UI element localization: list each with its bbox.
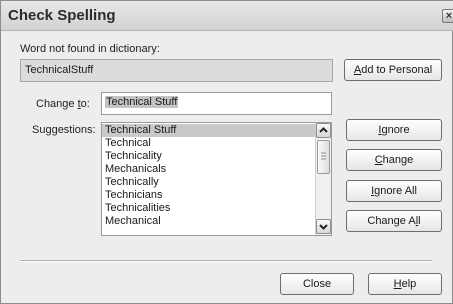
help-mnemonic: H (393, 278, 402, 290)
ignore-button[interactable]: Ignore (346, 119, 442, 141)
change-to-value: Technical Stuff (105, 96, 179, 108)
change-mnemonic: C (374, 154, 383, 166)
suggestions-items: Technical Stuff Technical Technicality Mech… (102, 124, 315, 228)
help-label: elp (401, 278, 417, 290)
chevron-down-icon (319, 224, 328, 230)
change-to-label: Change to: (36, 98, 90, 110)
scroll-up-button[interactable] (316, 123, 331, 138)
not-found-word: TechnicalStuff (25, 64, 94, 76)
suggestions-scrollbar[interactable] (315, 123, 331, 235)
suggestion-item[interactable]: Technical (102, 137, 315, 150)
ignore-label: gnore (381, 124, 410, 136)
suggestion-item[interactable]: Technicians (102, 189, 315, 202)
ignore-all-button[interactable]: Ignore All (346, 180, 442, 202)
change-all-label-rest: l (418, 215, 421, 227)
suggestion-item[interactable]: Technicality (102, 150, 315, 163)
title-bar: Check Spelling × (1, 1, 453, 31)
close-button[interactable]: Close (280, 273, 354, 295)
suggestion-item[interactable]: Mechanical (102, 215, 315, 228)
scroll-down-button[interactable] (316, 219, 331, 234)
change-label: hange (382, 154, 414, 166)
divider (20, 260, 432, 262)
close-icon[interactable]: × (442, 9, 453, 23)
grip-icon (321, 152, 326, 160)
change-to-input[interactable]: Technical Stuff (101, 92, 332, 115)
chevron-up-icon (319, 127, 328, 133)
not-found-label: Word not found in dictionary: (20, 43, 160, 55)
change-to-label-prefix: Change (36, 98, 78, 110)
help-button[interactable]: Help (368, 273, 442, 295)
suggestion-item[interactable]: Technical Stuff (102, 124, 315, 137)
add-to-personal-button[interactable]: Add to Personal (344, 59, 442, 81)
dialog-title: Check Spelling (8, 7, 116, 24)
change-button[interactable]: Change (346, 149, 442, 171)
check-spelling-dialog: Check Spelling × Word not found in dicti… (0, 0, 453, 304)
not-found-word-field: TechnicalStuff (20, 59, 333, 82)
suggestions-list[interactable]: Technical Stuff Technical Technicality Mech… (101, 122, 332, 236)
ignore-all-label: gnore All (374, 185, 417, 197)
change-all-button[interactable]: Change All (346, 210, 442, 232)
suggestion-item[interactable]: Technically (102, 176, 315, 189)
suggestion-item[interactable]: Technicalities (102, 202, 315, 215)
suggestion-item[interactable]: Mechanicals (102, 163, 315, 176)
add-to-personal-label: dd to Personal (361, 64, 433, 76)
change-all-label-pre: Change A (367, 215, 416, 227)
change-to-label-suffix: o: (80, 98, 90, 110)
suggestions-label: Suggestions: (32, 124, 96, 136)
scroll-thumb[interactable] (317, 140, 330, 174)
